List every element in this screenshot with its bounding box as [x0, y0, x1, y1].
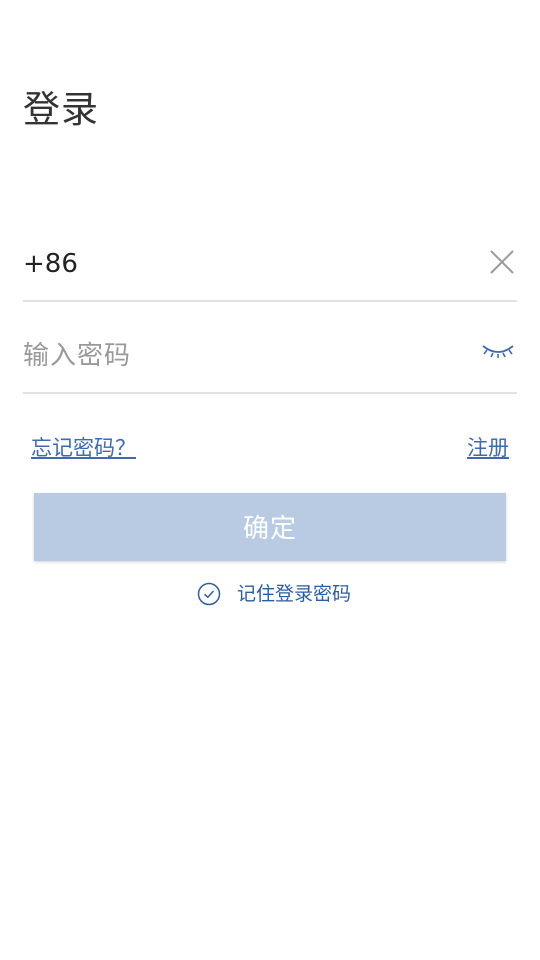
- register-link[interactable]: 注册: [467, 432, 509, 464]
- check-circle-icon[interactable]: [197, 582, 221, 606]
- remember-password-label: 记住登录密码: [237, 583, 352, 605]
- remember-password-toggle[interactable]: 记住登录密码: [197, 580, 351, 608]
- eye-closed-icon[interactable]: [481, 342, 515, 360]
- password-input[interactable]: 输入密码: [23, 336, 131, 376]
- phone-field[interactable]: +86: [23, 232, 517, 302]
- close-icon[interactable]: [489, 249, 515, 275]
- password-field[interactable]: 输入密码: [23, 324, 517, 394]
- page-title: 登录: [23, 88, 99, 131]
- confirm-button[interactable]: 确定: [34, 493, 506, 561]
- phone-input[interactable]: +86: [23, 244, 78, 284]
- forgot-password-link[interactable]: 忘记密码？: [31, 432, 136, 464]
